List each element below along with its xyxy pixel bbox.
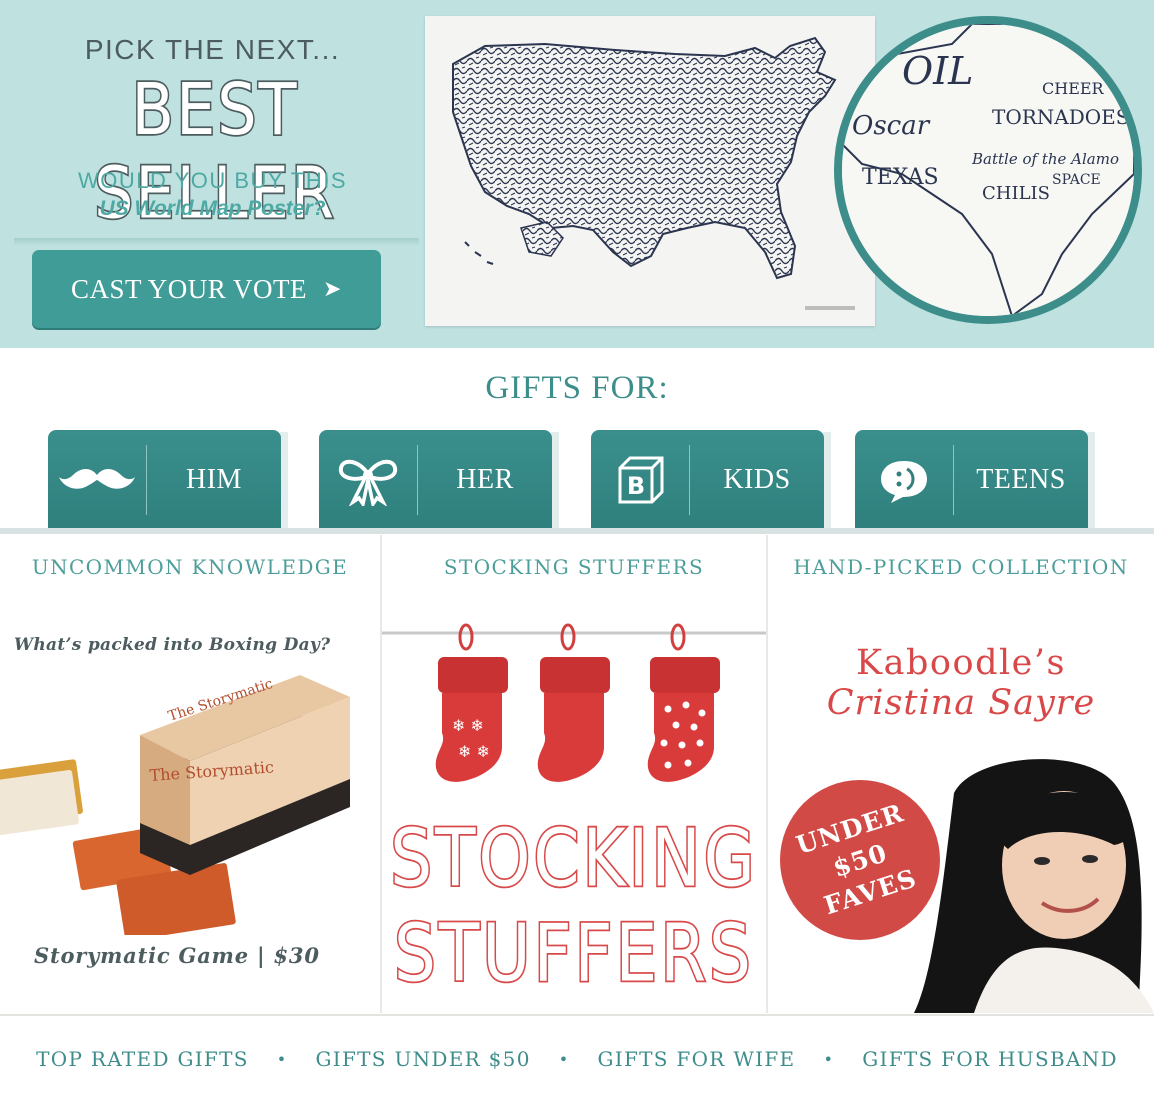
footer-links: TOP RATED GIFTS • GIFTS UNDER $50 • GIFT…: [0, 1042, 1154, 1076]
footer-divider: [0, 1014, 1154, 1016]
stocking-stuffers-title-line2: STUFFERS: [393, 905, 754, 1001]
us-map-illustration: [452, 36, 855, 310]
stocking-polka: [647, 623, 720, 782]
hero-banner: PICK THE NEXT... BEST SELLER WOULD YOU B…: [0, 0, 1154, 348]
hero-question-line1: WOULD YOU BUY THIS: [77, 168, 348, 193]
stocking-stuffers-heading[interactable]: STOCKING STUFFERS: [382, 555, 766, 579]
svg-text:Oscar: Oscar: [852, 111, 931, 141]
tab-shadow: [823, 432, 831, 530]
stocking-plain: [537, 623, 610, 782]
tab-her-label: HER: [456, 464, 514, 495]
svg-text:❄ ❄: ❄ ❄: [452, 716, 484, 735]
tab-shadow: [1087, 432, 1095, 530]
tab-kids-label: KIDS: [723, 464, 791, 495]
speech-bubble-icon: [855, 430, 953, 530]
hero-question-line2: US World Map Poster?: [99, 197, 326, 220]
tab-bar-underline: [0, 528, 1154, 534]
svg-text:Battle of the Alamo: Battle of the Alamo: [971, 150, 1119, 168]
svg-text:TEXAS: TEXAS: [862, 165, 939, 190]
storymatic-caption[interactable]: Storymatic Game | $30: [34, 943, 320, 968]
block-b-icon: B: [591, 430, 689, 530]
hero-pretitle: PICK THE NEXT...: [84, 34, 341, 65]
curator-name: Cristina Sayre: [826, 683, 1096, 723]
footer-separator: •: [558, 1049, 570, 1069]
tab-him[interactable]: HIM: [48, 430, 281, 530]
svg-text:SPACE: SPACE: [1052, 172, 1101, 188]
curator-line1: Kaboodle’s: [856, 643, 1066, 683]
hand-picked-heading[interactable]: HAND-PICKED COLLECTION: [768, 555, 1154, 579]
boxing-day-question[interactable]: What’s packed into Boxing Day?: [14, 635, 330, 655]
svg-text:CHEER: CHEER: [1042, 79, 1105, 98]
tab-shadow: [551, 432, 559, 530]
map-zoom-detail: OIL Oscar TORNADOES CHEER Battle of the …: [834, 16, 1142, 324]
us-map-poster[interactable]: [425, 16, 875, 326]
tab-her[interactable]: HER: [319, 430, 552, 530]
svg-text:B: B: [627, 472, 645, 500]
tab-shadow: [280, 432, 288, 530]
hero-divider: [14, 238, 419, 246]
bow-icon: [319, 430, 417, 530]
texas-detail-illustration: OIL Oscar TORNADOES CHEER Battle of the …: [842, 24, 1134, 316]
footer-link-husband[interactable]: GIFTS FOR HUSBAND: [862, 1047, 1118, 1071]
cast-vote-button[interactable]: CAST YOUR VOTE ➤: [32, 250, 381, 328]
stocking-stuffers-title-line1: STOCKING: [389, 810, 758, 906]
stocking-snowflake: ❄ ❄ ❄ ❄: [435, 623, 508, 782]
svg-text:TORNADOES: TORNADOES: [992, 105, 1129, 129]
svg-text:CHILIS: CHILIS: [982, 183, 1050, 204]
footer-separator: •: [276, 1049, 288, 1069]
footer-link-under-50[interactable]: GIFTS UNDER $50: [316, 1047, 531, 1071]
storymatic-product-image[interactable]: The Storymatic The Storymatic: [0, 675, 380, 935]
stocking-stuffers-panel[interactable]: STOCKING STUFFERS ❄ ❄ ❄ ❄ STOCKING STUFF…: [382, 535, 766, 1013]
mustache-icon: [48, 430, 146, 530]
stockings-illustration: ❄ ❄ ❄ ❄: [382, 623, 766, 782]
svg-text:❄ ❄: ❄ ❄: [458, 742, 490, 761]
tab-him-label: HIM: [186, 464, 242, 495]
uncommon-knowledge-heading[interactable]: UNCOMMON KNOWLEDGE: [0, 555, 380, 579]
footer-link-wife[interactable]: GIFTS FOR WIFE: [597, 1047, 795, 1071]
footer-link-top-rated[interactable]: TOP RATED GIFTS: [36, 1047, 249, 1071]
uncommon-knowledge-panel[interactable]: UNCOMMON KNOWLEDGE What’s packed into Bo…: [0, 535, 380, 1013]
tab-teens[interactable]: TEENS: [855, 430, 1088, 530]
tab-teens-label: TEENS: [976, 464, 1066, 495]
hand-picked-panel[interactable]: HAND-PICKED COLLECTION Kaboodle’s Cristi…: [768, 535, 1154, 1013]
footer-separator: •: [823, 1049, 835, 1069]
tab-kids[interactable]: B KIDS: [591, 430, 824, 530]
svg-text:OIL: OIL: [902, 49, 973, 93]
gifts-for-heading: GIFTS FOR:: [485, 370, 669, 406]
play-arrow-icon: ➤: [323, 276, 342, 301]
cast-vote-label: CAST YOUR VOTE: [71, 273, 308, 304]
